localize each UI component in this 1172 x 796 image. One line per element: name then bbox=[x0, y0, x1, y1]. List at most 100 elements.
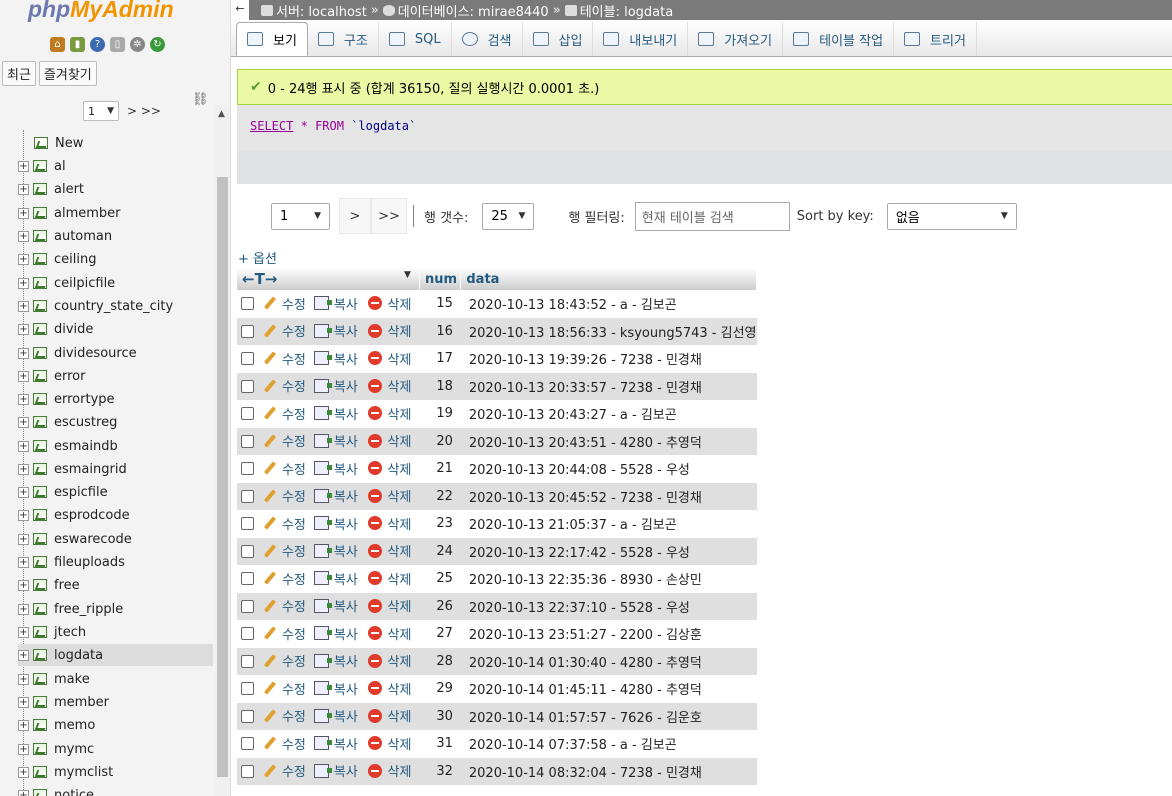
edit-link[interactable]: 수정 bbox=[262, 376, 306, 395]
sidebar-item-notice[interactable]: + notice bbox=[18, 784, 213, 796]
delete-link[interactable]: 삭제 bbox=[367, 596, 411, 615]
delete-link[interactable]: 삭제 bbox=[367, 321, 411, 340]
tab-sql[interactable]: SQL bbox=[379, 22, 452, 56]
edit-link[interactable]: 수정 bbox=[262, 651, 306, 670]
expand-icon[interactable]: + bbox=[18, 370, 29, 382]
breadcrumb-server[interactable]: 서버: localhost bbox=[261, 1, 367, 20]
copy-link[interactable]: 복사 bbox=[313, 569, 358, 588]
sidebar-item-esmaindb[interactable]: + esmaindb bbox=[18, 435, 213, 457]
sidebar-item-country_state_city[interactable]: + country_state_city bbox=[18, 295, 213, 317]
edit-link[interactable]: 수정 bbox=[262, 624, 306, 643]
expand-icon[interactable]: + bbox=[18, 253, 29, 265]
delete-link[interactable]: 삭제 bbox=[367, 486, 411, 505]
column-header-num[interactable]: num bbox=[419, 268, 462, 290]
edit-link[interactable]: 수정 bbox=[262, 569, 306, 588]
sidebar-item-mymclist[interactable]: + mymclist bbox=[18, 761, 213, 783]
breadcrumb-database[interactable]: 데이터베이스: mirae8440 bbox=[382, 1, 549, 20]
copy-link[interactable]: 복사 bbox=[313, 761, 358, 780]
tab-operations[interactable]: 테이블 작업 bbox=[783, 22, 895, 56]
edit-link[interactable]: 수정 bbox=[262, 431, 306, 450]
logout-icon[interactable]: ▮ bbox=[70, 37, 85, 52]
column-arrows-header[interactable]: ←T→ ▼ bbox=[237, 268, 420, 290]
expand-icon[interactable]: + bbox=[18, 416, 29, 428]
edit-link[interactable]: 수정 bbox=[262, 761, 306, 780]
sidebar-item-esprodcode[interactable]: + esprodcode bbox=[18, 504, 213, 526]
row-checkbox[interactable] bbox=[240, 434, 254, 448]
tab-import[interactable]: 가져오기 bbox=[688, 22, 784, 56]
column-header-data[interactable]: data bbox=[460, 268, 757, 290]
expand-icon[interactable]: + bbox=[18, 300, 29, 312]
expand-icon[interactable]: + bbox=[18, 533, 29, 545]
expand-icon[interactable]: + bbox=[18, 323, 29, 335]
expand-icon[interactable]: + bbox=[18, 393, 29, 405]
expand-icon[interactable]: + bbox=[18, 440, 29, 452]
copy-link[interactable]: 복사 bbox=[313, 596, 358, 615]
row-checkbox[interactable] bbox=[240, 682, 254, 696]
nav-scrollbar[interactable]: ▲ bbox=[215, 105, 230, 796]
gear-icon[interactable]: ✲ bbox=[130, 37, 145, 52]
nav-page-select[interactable]: 1 ▼ bbox=[83, 101, 119, 121]
last-page-button[interactable]: >> bbox=[371, 198, 407, 234]
expand-icon[interactable]: + bbox=[18, 207, 29, 219]
delete-link[interactable]: 삭제 bbox=[367, 349, 411, 368]
sidebar-item-dividesource[interactable]: + dividesource bbox=[18, 342, 213, 364]
edit-link[interactable]: 수정 bbox=[262, 514, 306, 533]
edit-link[interactable]: 수정 bbox=[262, 486, 306, 505]
sidebar-item-make[interactable]: + make bbox=[18, 668, 213, 690]
row-checkbox[interactable] bbox=[240, 379, 254, 393]
tab-insert[interactable]: 삽입 bbox=[523, 22, 594, 56]
tab-export[interactable]: 내보내기 bbox=[593, 22, 689, 56]
expand-icon[interactable]: + bbox=[18, 673, 29, 685]
breadcrumb-table[interactable]: 테이블: logdata bbox=[564, 1, 673, 20]
scroll-thumb[interactable] bbox=[217, 177, 228, 777]
sort-key-select[interactable]: 없음 ▼ bbox=[886, 202, 1017, 230]
row-checkbox[interactable] bbox=[240, 517, 254, 531]
delete-link[interactable]: 삭제 bbox=[367, 514, 411, 533]
sidebar-item-alert[interactable]: + alert bbox=[18, 178, 213, 200]
expand-icon[interactable]: + bbox=[18, 696, 29, 708]
copy-link[interactable]: 복사 bbox=[313, 321, 358, 340]
expand-icon[interactable]: + bbox=[18, 556, 29, 568]
collapse-nav-button[interactable]: ← bbox=[231, 0, 249, 20]
sidebar-item-almember[interactable]: + almember bbox=[18, 202, 213, 224]
delete-link[interactable]: 삭제 bbox=[367, 459, 411, 478]
expand-icon[interactable]: + bbox=[18, 603, 29, 615]
copy-link[interactable]: 복사 bbox=[313, 541, 358, 560]
sidebar-item-errortype[interactable]: + errortype bbox=[18, 388, 213, 410]
delete-link[interactable]: 삭제 bbox=[367, 569, 411, 588]
copy-link[interactable]: 복사 bbox=[313, 349, 358, 368]
expand-icon[interactable]: + bbox=[18, 347, 29, 359]
expand-icon[interactable]: + bbox=[18, 579, 29, 591]
expand-icon[interactable]: + bbox=[18, 789, 29, 796]
row-checkbox[interactable] bbox=[240, 627, 254, 641]
chevron-down-icon[interactable]: ▼ bbox=[404, 270, 411, 280]
delete-link[interactable]: 삭제 bbox=[367, 651, 411, 670]
tab-browse[interactable]: 보기 bbox=[236, 22, 308, 56]
row-checkbox[interactable] bbox=[240, 407, 254, 421]
sidebar-item-free_ripple[interactable]: + free_ripple bbox=[18, 598, 213, 620]
tab-triggers[interactable]: 트리거 bbox=[894, 22, 977, 56]
copy-link[interactable]: 복사 bbox=[313, 376, 358, 395]
tab-structure[interactable]: 구조 bbox=[308, 22, 379, 56]
sidebar-item-logdata[interactable]: + logdata bbox=[18, 644, 213, 666]
edit-link[interactable]: 수정 bbox=[262, 459, 306, 478]
expand-icon[interactable]: + bbox=[18, 626, 29, 638]
nav-next-links[interactable]: > >> bbox=[127, 104, 161, 118]
delete-link[interactable]: 삭제 bbox=[367, 734, 411, 753]
sidebar-item-mymc[interactable]: + mymc bbox=[18, 738, 213, 760]
copy-link[interactable]: 복사 bbox=[313, 624, 358, 643]
page-select[interactable]: 1 ▼ bbox=[271, 202, 330, 230]
delete-link[interactable]: 삭제 bbox=[367, 541, 411, 560]
sidebar-item-memo[interactable]: + memo bbox=[18, 714, 213, 736]
delete-link[interactable]: 삭제 bbox=[367, 679, 411, 698]
edit-link[interactable]: 수정 bbox=[262, 596, 306, 615]
delete-link[interactable]: 삭제 bbox=[367, 294, 411, 313]
next-page-button[interactable]: > bbox=[339, 198, 371, 234]
edit-link[interactable]: 수정 bbox=[262, 294, 306, 313]
copy-link[interactable]: 복사 bbox=[313, 459, 358, 478]
sidebar-item-error[interactable]: + error bbox=[18, 365, 213, 387]
delete-link[interactable]: 삭제 bbox=[367, 404, 411, 423]
copy-link[interactable]: 복사 bbox=[313, 679, 358, 698]
favorites-tab[interactable]: 즐겨찾기 bbox=[38, 61, 97, 86]
help-icon[interactable]: ? bbox=[90, 37, 105, 52]
